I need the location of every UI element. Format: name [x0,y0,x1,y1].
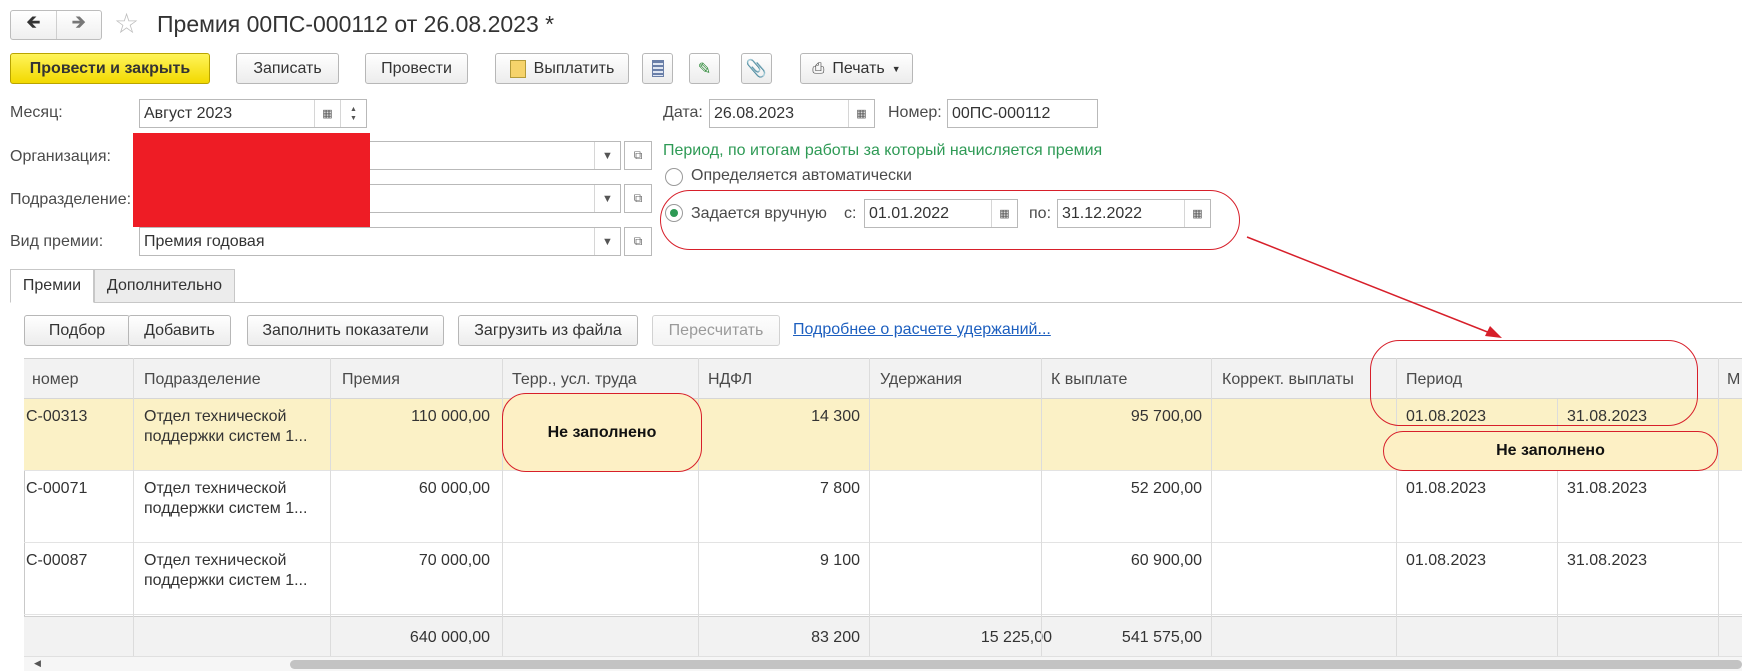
annotation-not-filled-territory: Не заполнено [502,393,702,472]
annotation-period-header-oval [1370,340,1698,426]
annotation-arrow [1246,236,1502,338]
annotation-not-filled-period: Не заполнено [1383,431,1718,471]
